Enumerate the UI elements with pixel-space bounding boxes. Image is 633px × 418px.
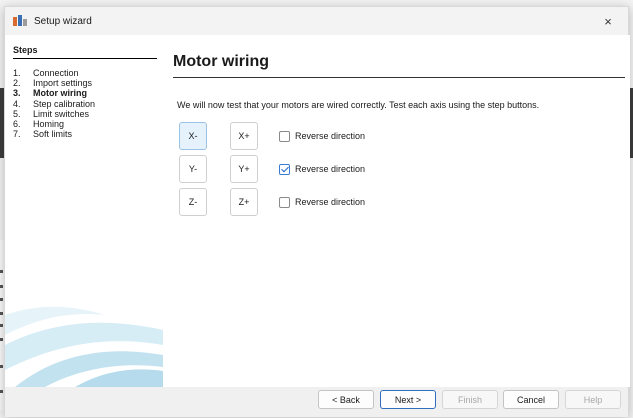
z-plus-button[interactable]: Z+ [230,188,258,216]
setup-wizard-dialog: Setup wizard × Steps 1. Connection 2. Impo… [4,6,630,417]
title-bar: Setup wizard × [5,7,628,35]
x-reverse-label[interactable]: Reverse direction [295,131,365,141]
page-title: Motor wiring [173,53,625,78]
cancel-button[interactable]: Cancel [503,390,559,409]
y-minus-button[interactable]: Y- [179,155,207,183]
next-button[interactable]: Next > [380,390,436,409]
finish-button[interactable]: Finish [442,390,498,409]
y-plus-button[interactable]: Y+ [230,155,258,183]
axis-row-z: Z- Z+ Reverse direction [179,188,365,216]
axis-row-y: Y- Y+ Reverse direction [179,155,365,183]
close-button[interactable]: × [588,7,628,35]
z-reverse-checkbox[interactable] [279,196,290,208]
y-reverse-checkbox[interactable] [279,163,290,175]
z-minus-button[interactable]: Z- [179,188,207,216]
step-item-connection: 1. Connection [13,68,79,78]
step-item-step-calibration: 4. Step calibration [13,98,96,109]
step-item-limit-switches: 5. Limit switches [13,108,90,119]
x-minus-button[interactable]: X- [179,122,207,150]
steps-heading: Steps [13,45,157,59]
x-plus-button[interactable]: X+ [230,122,258,150]
window-title: Setup wizard [34,15,92,27]
steps-panel: Steps 1. Connection 2. Import settings 3. M… [5,35,163,387]
z-reverse-label[interactable]: Reverse direction [295,197,365,207]
back-button[interactable]: < Back [318,390,374,409]
close-icon: × [604,13,612,29]
steps-list: 1. Connection 2. Import settings 3. Motor w… [13,68,95,139]
x-reverse-checkbox[interactable] [279,130,290,142]
step-item-motor-wiring: 3. Motor wiring [13,88,87,99]
step-item-homing: 6. Homing [13,118,65,129]
axis-row-x: X- X+ Reverse direction [179,122,365,150]
decorative-swoosh [5,306,163,387]
wizard-footer: < Back Next > Finish Cancel Help [5,387,628,417]
y-reverse-label[interactable]: Reverse direction [295,164,365,174]
help-button[interactable]: Help [565,390,621,409]
step-item-soft-limits: 7. Soft limits [13,129,73,140]
content-pane: Motor wiring We will now test that your … [163,35,630,387]
instructions-text: We will now test that your motors are wi… [177,100,540,110]
app-logo-icon [13,14,27,28]
step-item-import-settings: 2. Import settings [13,78,93,89]
